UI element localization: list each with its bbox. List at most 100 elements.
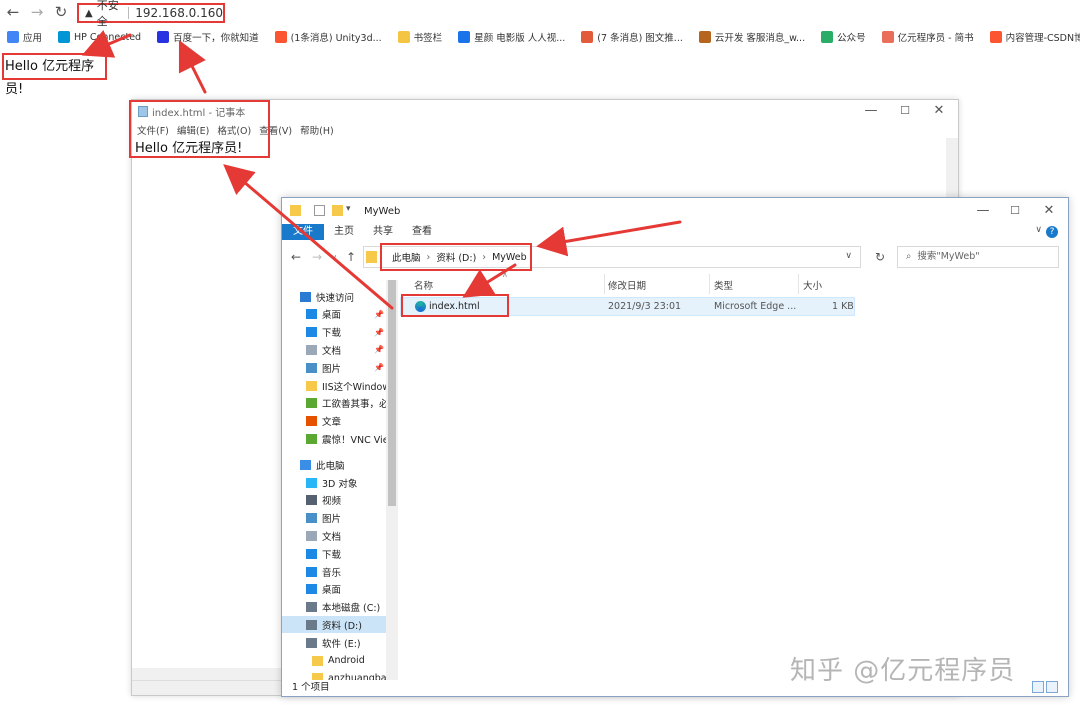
- sidebar-item[interactable]: Android: [282, 652, 386, 669]
- sidebar-item[interactable]: 视频: [282, 492, 386, 509]
- column-divider[interactable]: [604, 274, 605, 294]
- bookmark-item[interactable]: 应用: [7, 30, 42, 44]
- bookmark-item[interactable]: 亿元程序员 - 简书: [881, 30, 974, 44]
- forward-icon[interactable]: →: [312, 250, 322, 264]
- recent-locations-icon[interactable]: ∨: [331, 253, 337, 262]
- bookmark-item[interactable]: 星颜 电影版 人人视...: [458, 30, 565, 44]
- ribbon-expand-icon[interactable]: ∨: [1035, 225, 1042, 235]
- sidebar-item[interactable]: 快速访问: [282, 288, 386, 305]
- sidebar-item[interactable]: IIS这个Windows: [282, 377, 386, 394]
- nav-item-icon: [312, 655, 323, 666]
- bookmark-item[interactable]: 内容管理-CSDN博客: [989, 30, 1080, 44]
- bookmark-item[interactable]: 百度一下，你就知道: [157, 30, 259, 44]
- bookmark-item[interactable]: (7 条消息) 图文推...: [581, 30, 683, 44]
- scroll-thumb[interactable]: [388, 280, 396, 506]
- sidebar-item-label: 视频: [322, 496, 342, 508]
- column-header-size[interactable]: 大小: [803, 278, 822, 292]
- back-icon[interactable]: ←: [291, 250, 301, 264]
- ribbon-tab-home[interactable]: 主页: [334, 224, 354, 240]
- chevron-right-icon: ›: [426, 251, 431, 263]
- forward-icon[interactable]: →: [29, 4, 45, 20]
- minimize-button[interactable]: —: [968, 202, 998, 220]
- pin-icon: 📌: [374, 345, 384, 355]
- sidebar-item-label: 3D 对象: [322, 478, 358, 490]
- sidebar-item[interactable]: 桌面: [282, 581, 386, 598]
- breadcrumb-item[interactable]: MyWeb: [492, 252, 527, 263]
- navigation-scrollbar[interactable]: [386, 280, 398, 680]
- sidebar-item[interactable]: 下载: [282, 545, 386, 562]
- sidebar-item[interactable]: 本地磁盘 (C:): [282, 599, 386, 616]
- up-icon[interactable]: ↑: [346, 250, 356, 264]
- search-input[interactable]: ⌕ 搜索"MyWeb": [897, 246, 1059, 268]
- address-bar[interactable]: ▲ 不安全 192.168.0.160: [77, 0, 225, 28]
- browser-page-text: Hello 亿元程序员!: [2, 53, 107, 97]
- sidebar-item-label: 图片: [322, 514, 342, 526]
- bookmark-icon: [581, 31, 594, 43]
- bookmark-label: (1条消息) Unity3d...: [290, 33, 382, 44]
- properties-icon[interactable]: [314, 205, 325, 216]
- column-divider[interactable]: [798, 274, 799, 294]
- sidebar-item[interactable]: 桌面 📌: [282, 306, 386, 323]
- breadcrumb[interactable]: 此电脑 › 资料 (D:) › MyWeb: [380, 243, 532, 271]
- file-date: 2021/9/3 23:01: [608, 301, 682, 312]
- breadcrumb-item[interactable]: 资料 (D:): [436, 250, 476, 264]
- nav-item-icon: [306, 344, 317, 355]
- sidebar-item-label: 软件 (E:): [322, 638, 361, 650]
- ribbon: 文件 主页 共享 查看 ∨ ?: [282, 224, 1068, 240]
- sidebar-item[interactable]: 文档: [282, 527, 386, 544]
- sidebar-item[interactable]: 文章: [282, 413, 386, 430]
- maximize-button[interactable]: ☐: [890, 102, 920, 120]
- column-header-type[interactable]: 类型: [714, 278, 733, 292]
- back-icon[interactable]: ←: [5, 4, 21, 20]
- menu-item[interactable]: 帮助(H): [300, 123, 334, 137]
- close-button[interactable]: ✕: [1034, 202, 1064, 220]
- reload-icon[interactable]: ↻: [53, 4, 69, 20]
- sidebar-item[interactable]: 震惊！VNC View: [282, 430, 386, 447]
- sidebar-item[interactable]: 下载 📌: [282, 324, 386, 341]
- address-dropdown-icon[interactable]: ∨: [845, 251, 852, 261]
- sidebar-item[interactable]: 软件 (E:): [282, 634, 386, 651]
- nav-item-icon: [306, 566, 317, 577]
- column-header-name[interactable]: 名称: [414, 278, 433, 292]
- breadcrumb-item[interactable]: 此电脑: [392, 250, 421, 264]
- ribbon-tab-view[interactable]: 查看: [412, 224, 432, 240]
- column-header-date[interactable]: 修改日期: [608, 278, 646, 292]
- sidebar-item[interactable]: 音乐: [282, 563, 386, 580]
- nav-item-icon: [306, 602, 317, 613]
- maximize-button[interactable]: ☐: [1000, 202, 1030, 220]
- status-text: 1 个项目: [292, 682, 330, 693]
- column-divider[interactable]: [709, 274, 710, 294]
- sidebar-item[interactable]: 3D 对象: [282, 474, 386, 491]
- quick-access-dropdown-icon[interactable]: ▾: [346, 204, 351, 214]
- chevron-right-icon: ›: [482, 251, 487, 263]
- refresh-icon[interactable]: ↻: [870, 247, 890, 267]
- sidebar-item[interactable]: 文档 📌: [282, 341, 386, 358]
- nav-item-icon: [306, 398, 317, 409]
- sidebar-item-label: 桌面: [322, 585, 342, 597]
- sidebar-item[interactable]: 图片: [282, 510, 386, 527]
- close-button[interactable]: ✕: [924, 102, 954, 120]
- help-icon[interactable]: ?: [1046, 226, 1058, 238]
- ribbon-tab-share[interactable]: 共享: [373, 224, 393, 240]
- sidebar-item[interactable]: 图片 📌: [282, 359, 386, 376]
- new-folder-icon[interactable]: [332, 205, 343, 216]
- view-toggle[interactable]: [1032, 681, 1058, 693]
- table-row[interactable]: index.html 2021/9/3 23:01 Microsoft Edge…: [400, 294, 855, 317]
- sidebar-item-label: 图片: [322, 363, 342, 375]
- bookmark-item[interactable]: 云开发 客服消息_w...: [698, 30, 805, 44]
- bookmark-item[interactable]: (1条消息) Unity3d...: [274, 30, 382, 44]
- large-icons-view-icon[interactable]: [1046, 681, 1058, 693]
- bookmark-item[interactable]: 公众号: [821, 30, 866, 44]
- details-view-icon[interactable]: [1032, 681, 1044, 693]
- sidebar-item[interactable]: 此电脑: [282, 456, 386, 473]
- ribbon-tab-file[interactable]: 文件: [282, 224, 324, 240]
- sidebar-item[interactable]: 资料 (D:): [282, 616, 386, 634]
- minimize-button[interactable]: —: [856, 102, 886, 120]
- bookmark-icon: [821, 31, 834, 43]
- sidebar-item-label: 文档: [322, 345, 342, 357]
- bookmark-label: 公众号: [837, 33, 866, 44]
- sidebar-item[interactable]: 工欲善其事，必先: [282, 395, 386, 412]
- nav-item-icon: [306, 513, 317, 524]
- bookmark-item[interactable]: HP Connected: [58, 31, 141, 43]
- bookmark-item[interactable]: 书签栏: [397, 30, 442, 44]
